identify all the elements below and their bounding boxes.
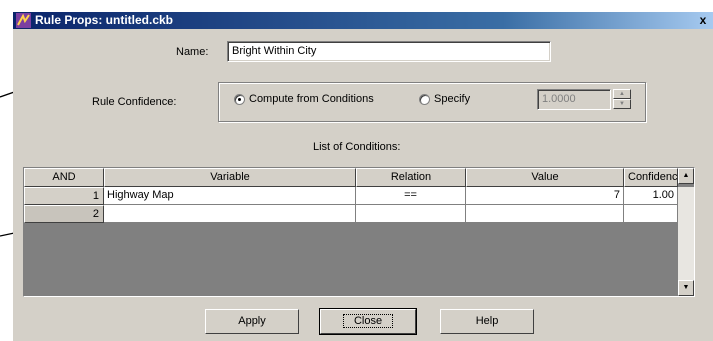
spin-up-icon[interactable]: ▲ [613,89,631,99]
close-button[interactable]: Close [319,308,417,335]
name-input[interactable]: Bright Within City [227,41,551,62]
cell-relation[interactable]: == [356,187,466,205]
help-button[interactable]: Help [440,309,534,334]
conditions-title: List of Conditions: [313,141,401,153]
rule-confidence-label: Rule Confidence: [92,96,177,108]
col-header-confidence[interactable]: Confidence [624,168,684,187]
cell-value[interactable] [466,205,624,223]
window-title: Rule Props: untitled.ckb [35,13,174,27]
cell-variable[interactable]: Highway Map [104,187,356,205]
cell-value[interactable]: 7 [466,187,624,205]
name-label: Name: [176,46,209,58]
cell-confidence[interactable]: 1.00 [624,187,678,205]
rule-props-dialog: Rule Props: untitled.ckb x Name: Bright … [13,12,713,341]
row-number[interactable]: 2 [24,205,104,223]
row-number[interactable]: 1 [24,187,104,205]
specify-spinner[interactable]: ▲ ▼ [613,89,631,110]
scroll-down-icon[interactable]: ▼ [678,280,694,296]
specify-value-input[interactable]: 1.0000 [537,89,611,110]
spin-down-icon[interactable]: ▼ [613,99,631,109]
col-header-and[interactable]: AND [24,168,104,187]
close-icon[interactable]: x [696,13,710,27]
radio-compute[interactable] [234,94,245,105]
title-bar[interactable]: Rule Props: untitled.ckb x [13,12,713,29]
scroll-up-icon[interactable]: ▲ [678,168,694,184]
radio-selected-dot [238,98,241,101]
radio-specify-label[interactable]: Specify [434,92,470,106]
app-icon [16,13,31,28]
apply-button[interactable]: Apply [205,309,299,334]
cell-confidence[interactable] [624,205,678,223]
col-header-variable[interactable]: Variable [104,168,356,187]
radio-compute-label[interactable]: Compute from Conditions [249,92,374,106]
conditions-table[interactable]: AND Variable Relation Value Confidence 1… [23,167,695,297]
col-header-relation[interactable]: Relation [356,168,466,187]
cell-relation[interactable] [356,205,466,223]
vertical-scrollbar[interactable]: ▲ ▼ [678,168,694,296]
cell-variable[interactable] [104,205,356,223]
close-button-label: Close [342,314,394,328]
col-header-value[interactable]: Value [466,168,624,187]
radio-specify[interactable] [419,94,430,105]
